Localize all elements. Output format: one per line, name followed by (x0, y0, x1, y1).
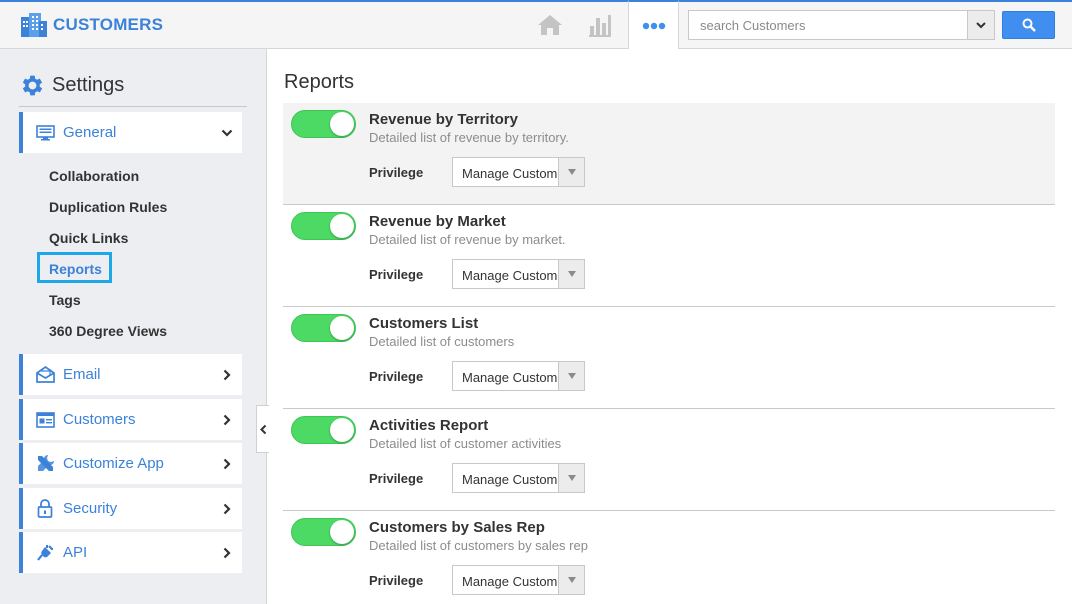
privilege-select[interactable]: Manage Customers (452, 565, 585, 595)
customers-icon (35, 410, 55, 430)
caret-down-icon (558, 362, 584, 390)
lock-icon (35, 499, 55, 519)
report-card-customers-list: Customers List Detailed list of customer… (283, 307, 1055, 409)
privilege-select[interactable]: Manage Customers (452, 361, 585, 391)
settings-title: Settings (52, 74, 125, 96)
report-toggle[interactable] (291, 314, 356, 342)
sidebar-item-customize-app[interactable]: Customize App (19, 443, 242, 484)
sidebar-item-label: General (63, 124, 117, 141)
chevron-right-icon (220, 413, 234, 427)
more-icon[interactable] (628, 0, 679, 49)
sidebar-subitem-duplication-rules[interactable]: Duplication Rules (49, 199, 167, 215)
search-dropdown-button[interactable] (967, 11, 994, 39)
sidebar-item-customers[interactable]: Customers (19, 399, 242, 440)
sidebar-item-api[interactable]: API (19, 532, 242, 573)
settings-header: Settings (19, 71, 247, 107)
top-bar: CUSTOMERS (0, 0, 1072, 49)
plug-icon (35, 543, 55, 563)
chevron-right-icon (220, 502, 234, 516)
app-brand[interactable]: CUSTOMERS (20, 13, 163, 37)
toggle-knob (330, 316, 354, 340)
sidebar-subitem-reports[interactable]: Reports (49, 261, 102, 277)
report-card-customers-by-sales-rep: Customers by Sales Rep Detailed list of … (283, 511, 1055, 604)
report-toggle[interactable] (291, 518, 356, 546)
privilege-value: Manage Customers (462, 370, 560, 385)
email-icon (35, 365, 55, 385)
chevron-right-icon (220, 368, 234, 382)
sidebar-item-email[interactable]: Email (19, 354, 242, 395)
report-toggle[interactable] (291, 110, 356, 138)
toggle-knob (330, 418, 354, 442)
toggle-knob (330, 214, 354, 238)
settings-sidebar: Settings General Collaboration Duplicati… (0, 49, 267, 604)
toggle-knob (330, 112, 354, 136)
privilege-label: Privilege (369, 471, 424, 486)
building-icon (21, 13, 47, 37)
privilege-value: Manage Customers (462, 574, 560, 589)
caret-down-icon (558, 260, 584, 288)
sidebar-subitem-quick-links[interactable]: Quick Links (49, 230, 128, 246)
gear-icon (22, 75, 43, 96)
monitor-icon (35, 123, 55, 143)
caret-down-icon (558, 566, 584, 594)
tools-icon (35, 454, 55, 474)
report-description: Detailed list of customers (369, 334, 515, 349)
report-description: Detailed list of customer activities (369, 436, 562, 451)
privilege-select[interactable]: Manage Customers (452, 463, 585, 493)
report-card-revenue-by-territory: Revenue by Territory Detailed list of re… (283, 103, 1055, 205)
report-title: Revenue by Market (369, 213, 506, 230)
sidebar-item-label: API (63, 544, 88, 561)
privilege-value: Manage Customers (462, 166, 560, 181)
privilege-select[interactable]: Manage Customers (452, 157, 585, 187)
search-button[interactable] (1002, 11, 1055, 39)
page-title: Reports (284, 71, 355, 93)
sidebar-item-label: Email (63, 366, 101, 383)
report-description: Detailed list of revenue by territory. (369, 130, 569, 145)
report-title: Revenue by Territory (369, 111, 518, 128)
caret-down-icon (558, 464, 584, 492)
report-toggle[interactable] (291, 212, 356, 240)
chevron-right-icon (220, 546, 234, 560)
privilege-label: Privilege (369, 267, 424, 282)
privilege-label: Privilege (369, 165, 424, 180)
report-title: Customers List (369, 315, 479, 332)
chevron-left-icon (259, 424, 266, 434)
sidebar-item-security[interactable]: Security (19, 488, 242, 529)
sidebar-subitem-collaboration[interactable]: Collaboration (49, 168, 139, 184)
app-title: CUSTOMERS (53, 15, 164, 34)
search-icon (1022, 18, 1036, 32)
privilege-label: Privilege (369, 369, 424, 384)
privilege-value: Manage Customers (462, 472, 560, 487)
report-description: Detailed list of customers by sales rep (369, 538, 588, 553)
report-card-activities-report: Activities Report Detailed list of custo… (283, 409, 1055, 511)
bar-chart-icon[interactable] (586, 12, 614, 38)
chevron-down-icon (976, 21, 986, 28)
report-title: Activities Report (369, 417, 489, 434)
sidebar-collapse-button[interactable] (256, 405, 269, 453)
report-title: Customers by Sales Rep (369, 519, 545, 536)
sidebar-item-general[interactable]: General (19, 112, 242, 153)
report-card-revenue-by-market: Revenue by Market Detailed list of reven… (283, 205, 1055, 307)
privilege-value: Manage Customers (462, 268, 560, 283)
sidebar-item-label: Customers (63, 411, 136, 428)
chevron-down-icon (220, 126, 234, 140)
chevron-right-icon (220, 457, 234, 471)
privilege-label: Privilege (369, 573, 424, 588)
toggle-knob (330, 520, 354, 544)
privilege-select[interactable]: Manage Customers (452, 259, 585, 289)
search-input[interactable] (689, 11, 968, 39)
sidebar-item-label: Customize App (63, 455, 164, 472)
sidebar-item-label: Security (63, 500, 118, 517)
home-icon[interactable] (536, 12, 564, 38)
sidebar-subitem-tags[interactable]: Tags (49, 292, 81, 308)
caret-down-icon (558, 158, 584, 186)
report-toggle[interactable] (291, 416, 356, 444)
search-box (688, 10, 995, 40)
report-description: Detailed list of revenue by market. (369, 232, 566, 247)
sidebar-subitem-360-degree-views[interactable]: 360 Degree Views (49, 323, 167, 339)
